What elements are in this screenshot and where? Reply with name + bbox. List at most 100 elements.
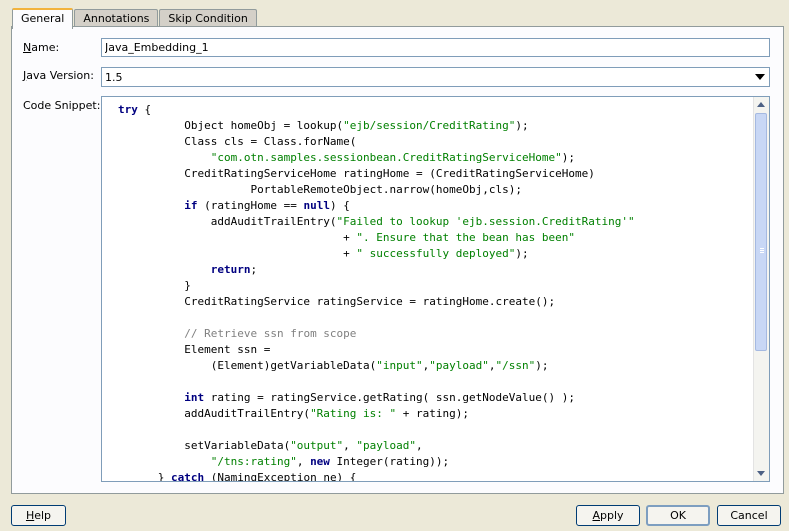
code-line: "/tns:rating", new Integer(rating)); (118, 454, 753, 470)
code-token: " successfully deployed" (356, 247, 516, 260)
code-token: "payload" (356, 439, 417, 452)
scroll-down-arrow-icon[interactable] (757, 471, 765, 476)
code-token: return (210, 263, 251, 276)
code-token: { (137, 103, 152, 116)
code-token: if (184, 199, 198, 212)
code-token: "/tns:rating" (210, 455, 297, 468)
code-line: try { (118, 102, 753, 118)
code-lines: try { Object homeObj = lookup("ejb/sessi… (118, 102, 753, 482)
code-token: "input" (376, 359, 423, 372)
code-token: "payload" (429, 359, 489, 372)
code-token: "ejb/session/CreditRating" (343, 119, 516, 132)
code-token: ); (535, 359, 549, 372)
code-line: return; (118, 262, 753, 278)
code-token: ; (250, 263, 258, 276)
tab-skip-condition[interactable]: Skip Condition (159, 9, 257, 27)
code-token: ); (515, 247, 529, 260)
code-token: , (296, 455, 311, 468)
code-token: PortableRemoteObject.narrow(homeObj,cls)… (118, 183, 522, 196)
code-token: try (118, 103, 138, 116)
code-line: CreditRatingServiceHome ratingHome = (Cr… (118, 166, 753, 182)
java-version-select[interactable]: 1.5 (101, 67, 770, 87)
code-token: rating = ratingService.getRating( ssn.ge… (204, 391, 575, 404)
vertical-scrollbar[interactable] (753, 97, 769, 481)
code-token: (Element)getVariableData( (118, 359, 377, 372)
name-input[interactable] (101, 38, 770, 57)
scrollbar-thumb[interactable] (755, 113, 767, 351)
name-label-text: ame: (31, 41, 60, 54)
code-token: Integer(rating)); (329, 455, 450, 468)
code-line: Object homeObj = lookup("ejb/session/Cre… (118, 118, 753, 134)
tab-general[interactable]: General (12, 8, 74, 29)
code-token: + rating); (396, 407, 470, 420)
help-button[interactable]: Help (11, 505, 66, 526)
code-token: "Failed to lookup 'ejb.session.CreditRat… (336, 215, 635, 228)
code-token: + (118, 247, 357, 260)
code-line: if (ratingHome == null) { (118, 198, 753, 214)
scroll-up-arrow-icon[interactable] (757, 102, 765, 107)
code-token: } (118, 471, 171, 482)
code-token: ". Ensure that the bean has been" (356, 231, 575, 244)
code-token: CreditRatingServiceHome ratingHome = (Cr… (118, 167, 595, 180)
code-token: ) { (329, 199, 350, 212)
code-token: , (488, 359, 496, 372)
code-token: "output" (290, 439, 344, 452)
code-line: setVariableData("output", "payload", (118, 438, 753, 454)
code-snippet-label: Code Snippet: (23, 99, 101, 112)
tab-annotations[interactable]: Annotations (74, 9, 159, 27)
code-token: , (416, 439, 423, 452)
code-line: Element ssn = (118, 342, 753, 358)
ok-button[interactable]: OK (646, 505, 710, 526)
code-token: Element ssn = (118, 343, 271, 356)
chevron-down-icon[interactable] (755, 74, 765, 80)
apply-button-text: pply (600, 509, 624, 522)
code-token: Class cls = Class.forName( (118, 135, 357, 148)
java-version-label-text: ava Version: (26, 69, 94, 82)
apply-button[interactable]: Apply (576, 505, 640, 526)
cancel-button[interactable]: Cancel (717, 505, 781, 526)
code-line: Class cls = Class.forName( (118, 134, 753, 150)
code-snippet-editor[interactable]: try { Object homeObj = lookup("ejb/sessi… (101, 96, 770, 482)
code-token: (NamingException ne) { (204, 471, 357, 482)
code-line: CreditRatingService ratingService = rati… (118, 294, 753, 310)
code-token: "/ssn" (495, 359, 536, 372)
code-line: // Retrieve ssn from scope (118, 326, 753, 342)
code-token: + (118, 231, 357, 244)
code-line: } catch (NamingException ne) { (118, 470, 753, 482)
code-token: "Rating is: " (310, 407, 397, 420)
code-line: + ". Ensure that the bean has been" (118, 230, 753, 246)
code-token: addAuditTrailEntry( (118, 215, 337, 228)
code-token: setVariableData( (118, 439, 291, 452)
code-line: int rating = ratingService.getRating( ss… (118, 390, 753, 406)
code-token: int (184, 391, 205, 404)
code-token: } (118, 279, 191, 292)
code-line: PortableRemoteObject.narrow(homeObj,cls)… (118, 182, 753, 198)
code-token: null (303, 199, 330, 212)
code-token: ); (515, 119, 529, 132)
code-token: catch (170, 471, 205, 482)
grip-icon (760, 248, 764, 249)
name-label: Name: (23, 41, 59, 54)
code-token: new (310, 455, 330, 468)
code-line: addAuditTrailEntry("Failed to lookup 'ej… (118, 214, 753, 230)
tab-bar: General Annotations Skip Condition (12, 8, 258, 29)
code-line: } (118, 278, 753, 294)
code-line: addAuditTrailEntry("Rating is: " + ratin… (118, 406, 753, 422)
help-button-mnemonic: H (25, 509, 35, 522)
code-line: "com.otn.samples.sessionbean.CreditRatin… (118, 150, 753, 166)
code-token: CreditRatingService ratingService = rati… (118, 295, 556, 308)
code-line: (Element)getVariableData("input","payloa… (118, 358, 753, 374)
code-token: ); (561, 151, 575, 164)
code-token: // Retrieve ssn from scope (184, 327, 357, 340)
apply-button-mnemonic: A (592, 509, 600, 522)
code-token: Object homeObj = lookup( (118, 119, 344, 132)
code-line: + " successfully deployed"); (118, 246, 753, 262)
